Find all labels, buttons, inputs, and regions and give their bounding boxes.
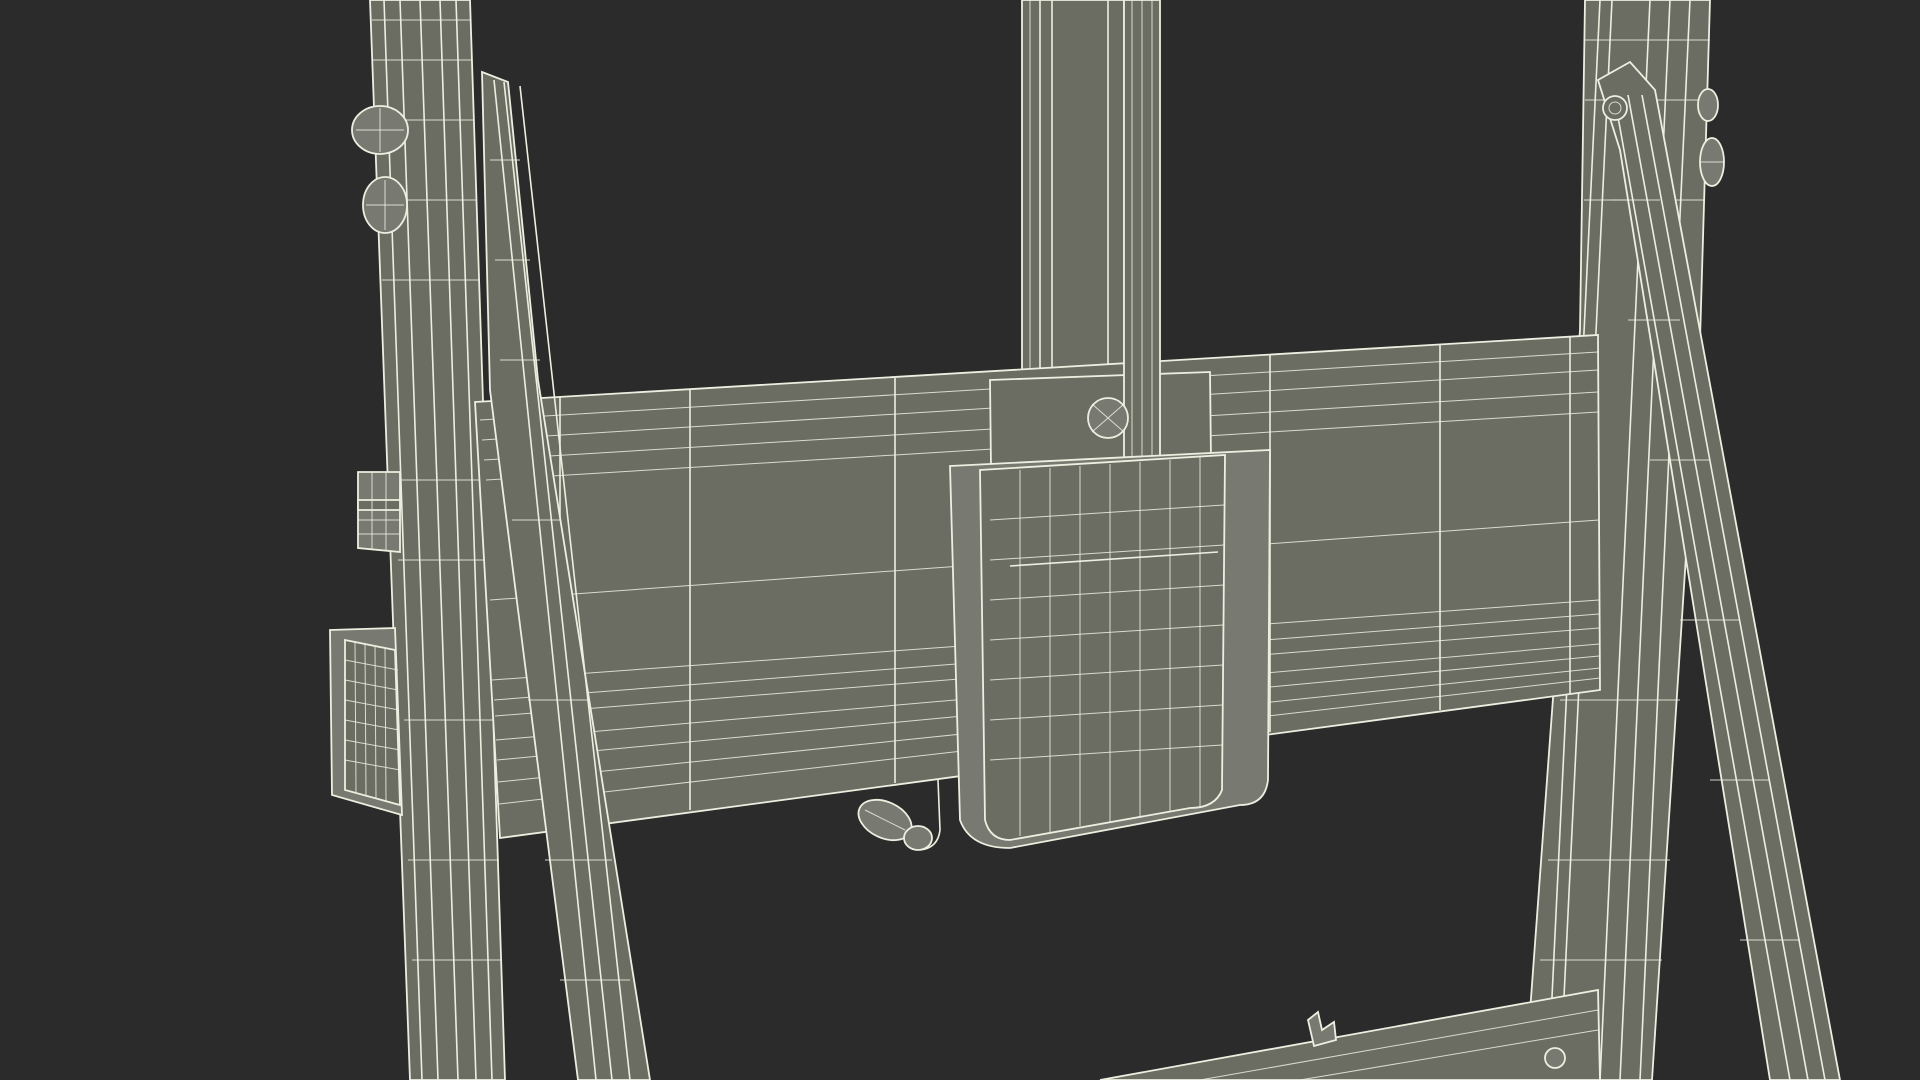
left-drawer-box	[329, 627, 403, 817]
left-small-shelf	[357, 471, 401, 553]
wireframe-easel-render: .w { stroke: #ecefe0; stroke-width: 1.6;…	[0, 0, 1920, 1080]
